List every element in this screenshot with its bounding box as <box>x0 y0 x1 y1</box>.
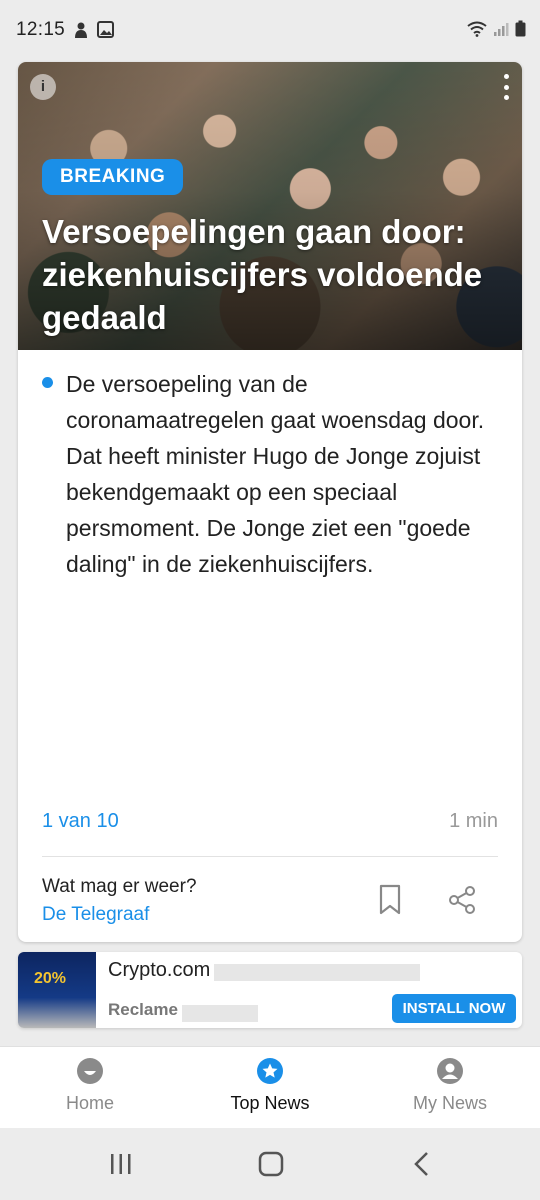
article-source[interactable]: De Telegraaf <box>42 904 149 926</box>
article-card[interactable]: i BREAKING Versoepelingen gaan door: zie… <box>18 62 522 942</box>
recent-apps-icon[interactable] <box>108 1152 134 1176</box>
wifi-icon <box>467 21 487 37</box>
battery-icon <box>515 20 526 37</box>
ad-label: Reclame <box>108 1000 178 1019</box>
ad-text-placeholder <box>182 1005 258 1022</box>
back-icon[interactable] <box>412 1151 432 1177</box>
signal-icon <box>494 22 509 36</box>
image-icon <box>97 21 114 38</box>
article-body: De versoepeling van de coronamaatregelen… <box>66 371 485 577</box>
nav-label-my-news: My News <box>412 1093 487 1113</box>
divider <box>42 856 498 857</box>
nav-item-top-news[interactable]: Top News <box>180 1047 360 1129</box>
status-icons-right <box>467 20 526 37</box>
page-indicator: 1 van 10 <box>42 810 119 832</box>
ad-title[interactable]: Crypto.com <box>108 959 210 982</box>
ad-thumb-text: 20% <box>34 970 67 987</box>
breaking-badge: BREAKING <box>42 159 184 195</box>
ad-thumbnail[interactable]: 20% <box>18 952 96 1028</box>
nav-label-top-news: Top News <box>230 1093 310 1113</box>
notification-icon <box>75 22 87 38</box>
nav-item-my-news[interactable]: My News <box>360 1047 540 1129</box>
article-headline[interactable]: Versoepelingen gaan door: ziekenhuiscijf… <box>42 210 512 339</box>
bottom-nav: Home Top News My News <box>0 1046 540 1128</box>
person-icon <box>437 1058 463 1084</box>
share-icon[interactable] <box>446 884 478 916</box>
status-bar: 12:15 <box>0 0 540 46</box>
nav-item-home[interactable]: Home <box>0 1047 180 1129</box>
status-icons-left <box>73 21 114 39</box>
hero-image[interactable]: i BREAKING Versoepelingen gaan door: zie… <box>18 62 522 350</box>
ad-text-placeholder <box>214 964 420 981</box>
home-icon <box>77 1058 103 1084</box>
ad-banner[interactable]: 20% Crypto.com Reclame INSTALL NOW <box>18 952 522 1028</box>
install-now-button[interactable]: INSTALL NOW <box>392 994 516 1023</box>
status-time: 12:15 <box>16 19 66 40</box>
star-icon <box>257 1058 283 1084</box>
home-button-icon[interactable] <box>258 1151 284 1177</box>
related-article-title[interactable]: Wat mag er weer? <box>42 876 197 898</box>
info-icon[interactable]: i <box>30 74 56 100</box>
read-time: 1 min <box>449 810 498 832</box>
bullet-dot <box>42 377 53 388</box>
nav-label-home: Home <box>65 1093 114 1113</box>
system-nav-bar <box>0 1128 540 1200</box>
bookmark-icon[interactable] <box>376 884 404 916</box>
more-options-icon[interactable] <box>502 74 510 100</box>
